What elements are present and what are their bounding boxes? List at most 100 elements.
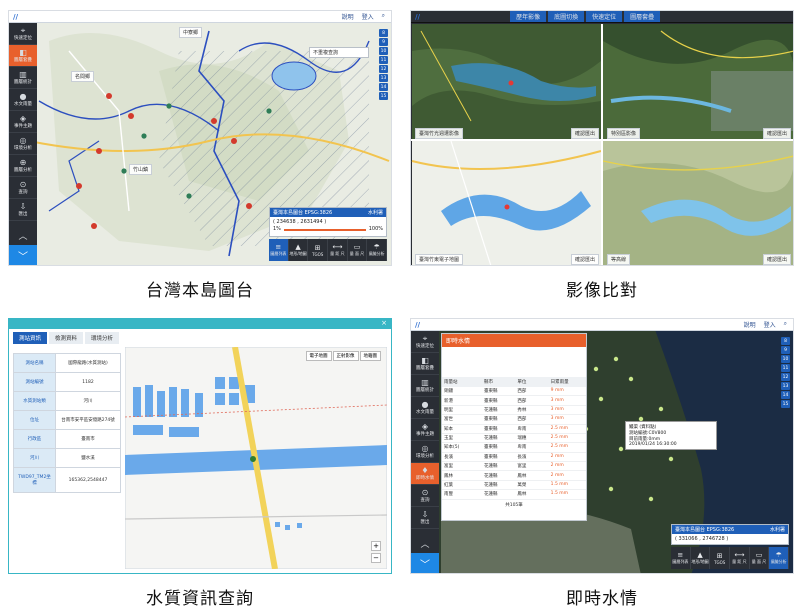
tool-tgos[interactable]: ⊞ TGOS (710, 547, 731, 569)
zoom-in-button[interactable]: + (371, 541, 381, 551)
help-link[interactable]: 說明 (342, 12, 354, 21)
tool-measure-distance[interactable]: ⟷ 量 距 尺 (328, 239, 348, 261)
list-item[interactable]: 富世 臺東縣 西部 3 mm (442, 415, 586, 425)
pane-action-button[interactable]: 確認匯出 (763, 254, 792, 265)
close-icon[interactable]: × (381, 319, 387, 327)
sidebar-item-realtime-water[interactable]: ♦ 即時水情 (411, 463, 439, 485)
zoom-out-button[interactable]: − (371, 553, 381, 563)
zoom-bar[interactable]: 8 9 10 11 12 13 14 15 (781, 337, 790, 408)
zoom-bar[interactable]: 8 9 10 11 12 13 14 15 (379, 29, 388, 100)
list-item[interactable]: 玉里 花蓮縣 瑞穗 2.5 mm (442, 434, 586, 444)
sidebar-item-stats[interactable]: ▥ 圖層統計 (411, 375, 439, 397)
list-item[interactable]: 紅葉 花蓮縣 萬榮 1.5 mm (442, 481, 586, 491)
rain-cell: 花蓮縣 (484, 482, 498, 488)
pager[interactable]: 共105筆 (442, 502, 586, 508)
drop-icon: ● (421, 400, 429, 409)
help-link[interactable]: 說明 (744, 320, 756, 329)
search-input[interactable]: 不重複查詢 (309, 47, 369, 58)
sidebar-item-locate[interactable]: ⌖ 快速定位 (9, 23, 37, 45)
tool-measure-area[interactable]: ▭ 量 面 尺 (348, 239, 368, 261)
tool-measure-area[interactable]: ▭ 量 面 尺 (750, 547, 770, 569)
list-item[interactable]: 知本(5) 臺東縣 卑南 2.5 mm (442, 443, 586, 453)
sidebar-item-layers[interactable]: ◧ 圖層套疊 (411, 353, 439, 375)
rain-cell: 卑南 (517, 426, 527, 432)
search-icon[interactable]: ⌕ (784, 320, 787, 329)
event-icon: ◈ (421, 422, 429, 431)
table-row: TWD97_TM2坐標 165362,2548447 (13, 467, 121, 493)
tab-test-data[interactable]: 檢測資料 (49, 332, 84, 344)
pane-action-button[interactable]: 確認匯出 (571, 254, 600, 265)
list-item[interactable]: 明里 花蓮縣 秀林 3 mm (442, 406, 586, 416)
tool-terrain[interactable]: ▲ 地形/地圖 (289, 239, 309, 261)
place-label: 名間鄉 (71, 71, 95, 82)
login-link[interactable]: 登入 (764, 320, 776, 329)
pane-action-button[interactable]: 確認匯出 (571, 128, 600, 139)
rain-cell: 3 mm (550, 406, 564, 412)
pane-label-top-right: 特別區影像 (607, 128, 641, 139)
station-popup: 鰻渠 (資料點) 測站編號:C0V800 目前雨量:0mm 2019/01/24… (625, 421, 717, 450)
sidebar-item-events[interactable]: ◈ 事件主題 (411, 419, 439, 441)
chevron-down-icon[interactable]: ﹀ (411, 553, 439, 573)
coord-source-button[interactable]: 水利署 (770, 526, 785, 533)
table-row: 測站名稱 國際龍路(水質測站) (13, 353, 121, 373)
sidebar-item-query[interactable]: ⊙ 查詢 (411, 485, 439, 507)
login-link[interactable]: 登入 (362, 12, 374, 21)
basemap-cadastral-button[interactable]: 地籍圖 (359, 351, 381, 361)
list-item[interactable]: 長濱 臺東縣 長濱 2 mm (442, 453, 586, 462)
rain-table-header: 雨量站 縣市 單位 日累雨量 (442, 377, 586, 387)
table-row: 河川 鹽水溪 (13, 448, 121, 468)
coord-source-button[interactable]: 水利署 (368, 209, 383, 216)
list-item[interactable]: 鳳林 花蓮縣 鳳林 2 mm (442, 471, 586, 481)
rain-cell: 長濱 (444, 454, 453, 460)
chevron-up-icon[interactable]: ︿ (411, 535, 439, 551)
sidebar-item-export[interactable]: ⇩ 匯出 (9, 199, 37, 221)
coord-title: 臺灣本島圖台 EPSG:3826 (675, 527, 735, 533)
coordinate-panel: 臺灣本島圖台 EPSG:3826 水利署 ( 331066 , 2746728 ) (671, 524, 789, 545)
sidebar-item-events[interactable]: ◈ 事件主題 (9, 111, 37, 133)
sidebar-item-analysis[interactable]: ⊕ 圖層分析 (9, 155, 37, 177)
basemap-electronic-button[interactable]: 電子地圖 (305, 351, 332, 361)
sidebar-item-stats[interactable]: ▥ 圖層統計 (9, 67, 37, 89)
app-topbar: // 說明 登入 ⌕ (9, 11, 391, 23)
layers-icon: ◧ (19, 48, 27, 57)
tool-risk[interactable]: ☂ 風險分析 (367, 239, 388, 261)
tool-terrain[interactable]: ▲ 地形/地圖 (691, 547, 711, 569)
tool-measure-distance[interactable]: ⟷ 量 距 尺 (730, 547, 750, 569)
pane-action-button[interactable]: 確認匯出 (763, 128, 792, 139)
list-item[interactable]: 知本 臺東縣 卑南 2.5 mm (442, 425, 586, 434)
list-item[interactable]: 南豐 花蓮縣 鳳林 1.5 mm (442, 490, 586, 500)
sidebar-item-rain[interactable]: ● 水文雨量 (9, 89, 37, 111)
sidebar-item-export[interactable]: ⇩ 匯出 (411, 507, 439, 529)
compare-panes (411, 24, 793, 265)
sidebar-item-layers[interactable]: ◧ 圖層套疊 (9, 45, 37, 67)
sidebar-item-env[interactable]: ◎ 環境分析 (9, 133, 37, 155)
basemap-ortho-button[interactable]: 正射影像 (332, 351, 359, 361)
tab-env-analysis[interactable]: 環境分析 (85, 332, 120, 344)
search-icon[interactable]: ⌕ (382, 12, 385, 21)
tool-risk[interactable]: ☂ 風險分析 (769, 547, 790, 569)
tgos-icon: ⊞ (716, 551, 723, 560)
chevron-up-icon[interactable]: ︿ (9, 227, 37, 243)
sidebar-item-locate[interactable]: ⌖ 快速定位 (411, 331, 439, 353)
pane-label-bottom-left: 臺灣竹東電子地圖 (415, 254, 464, 265)
panel-image-compare: // 歷年影像 底圖切換 快速定位 圖層套疊 臺灣竹光週遭影像 特別區影像 臺灣… (410, 10, 794, 301)
tool-layer-list[interactable]: ≡ 圖層列表 (269, 239, 289, 261)
water-icon: ♦ (421, 466, 429, 475)
coord-title: 臺灣本島圖台 EPSG:3826 (273, 210, 333, 216)
sidebar-item-env[interactable]: ◎ 環境分析 (411, 441, 439, 463)
list-item[interactable]: 富里 花蓮縣 富里 2 mm (442, 462, 586, 472)
rain-cell: 2.5 mm (550, 425, 569, 431)
list-item[interactable]: 銅鑼 臺東縣 西部 9 mm (442, 387, 586, 397)
list-icon: ≡ (275, 243, 282, 251)
sidebar-item-query[interactable]: ⊙ 查詢 (9, 177, 37, 199)
sidebar-item-rain[interactable]: ● 水文雨量 (411, 397, 439, 419)
list-item[interactable]: 新港 臺東縣 西部 3 mm (442, 396, 586, 406)
rain-cell: 長濱 (517, 454, 527, 460)
opacity-slider[interactable] (283, 229, 366, 231)
tool-tgos[interactable]: ⊞ TGOS (308, 239, 329, 261)
chevron-down-icon[interactable]: ﹀ (9, 245, 37, 265)
caption-image-compare: 影像比對 (566, 281, 638, 301)
tool-layer-list[interactable]: ≡ 圖層列表 (671, 547, 691, 569)
pane-label-bottom-right: 等高線 (607, 254, 631, 265)
tab-station-info[interactable]: 測站資訊 (13, 332, 48, 344)
